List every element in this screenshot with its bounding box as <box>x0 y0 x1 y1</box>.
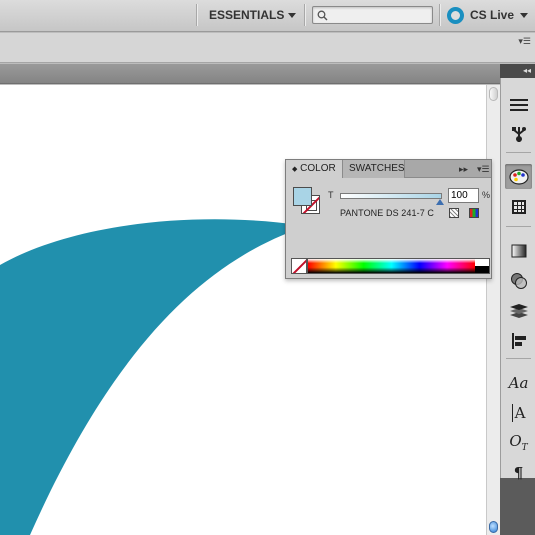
tab-arrow-icon: ◆ <box>292 166 298 173</box>
tint-value-field[interactable] <box>448 188 479 203</box>
color-spectrum[interactable] <box>307 258 490 274</box>
tab-swatches-label: SWATCHES <box>349 163 405 174</box>
dock-tool-column: Aa A OT ¶ <box>500 78 535 482</box>
gradient-panel-icon[interactable] <box>505 238 532 263</box>
opentype-glyph-text: O <box>509 432 522 450</box>
divider <box>439 4 440 26</box>
cs-live-button[interactable]: CS Live <box>447 5 529 25</box>
tint-slider[interactable] <box>340 193 442 199</box>
search-box[interactable] <box>312 6 433 24</box>
chevron-down-icon <box>288 12 297 18</box>
document-canvas[interactable] <box>0 85 486 535</box>
align-panel-icon-glyph <box>509 98 528 111</box>
links-panel-icon[interactable] <box>505 121 532 146</box>
opentype-panel-glyph: OT <box>509 432 528 453</box>
align-objects-icon[interactable] <box>505 328 532 353</box>
cs-live-label: CS Live <box>470 8 515 22</box>
expand-panel-icon[interactable]: ▸▸ <box>459 163 468 175</box>
transparency-panel-icon[interactable] <box>505 268 532 293</box>
paragraph-panel-icon[interactable]: ¶ <box>505 460 532 485</box>
cs-live-icon <box>447 6 464 24</box>
ink-type-icon[interactable] <box>449 208 459 218</box>
blue-curved-shape[interactable] <box>0 219 310 535</box>
gradient-icon <box>511 244 526 257</box>
character-styles-icon[interactable]: Aa <box>505 370 532 395</box>
character-panel-glyph: A <box>511 403 525 422</box>
panel-menu-icon[interactable]: ▾☰ <box>518 36 531 47</box>
percent-label: % <box>482 190 491 200</box>
align-left-icon <box>511 332 526 349</box>
control-bar: ▾☰ <box>0 33 535 63</box>
vertical-scrollbar[interactable] <box>486 85 500 535</box>
character-styles-glyph: Aa <box>508 373 529 392</box>
divider <box>506 358 531 359</box>
color-panel-icon[interactable] <box>505 164 532 189</box>
divider <box>506 226 531 227</box>
application-bar: ESSENTIALS CS Live <box>0 0 535 32</box>
search-input[interactable] <box>331 8 429 22</box>
layers-panel-icon[interactable] <box>505 298 532 323</box>
tint-slider-handle[interactable] <box>436 199 444 205</box>
chevron-down-icon <box>520 12 529 18</box>
document-tab-strip <box>0 64 500 84</box>
align-panel-icon[interactable] <box>505 92 532 117</box>
swatch-name: PANTONE DS 241-7 C <box>340 208 434 218</box>
tab-color[interactable]: ◆ COLOR <box>286 160 343 178</box>
layers-icon <box>509 303 528 318</box>
tab-swatches[interactable]: SWATCHES <box>343 160 405 178</box>
character-panel-icon[interactable]: A <box>505 400 532 425</box>
divider <box>506 152 531 153</box>
canvas-artwork <box>0 219 310 535</box>
panel-menu-icon[interactable]: ▾☰ <box>477 163 490 175</box>
color-panel: ◆ COLOR SWATCHES ▸▸ ▾☰ T % PANTONE DS 24… <box>285 159 492 279</box>
shade-overlay <box>308 259 475 273</box>
color-mode-icon[interactable] <box>469 208 479 218</box>
scrollbar-thumb[interactable] <box>489 521 498 533</box>
fill-swatch[interactable] <box>293 187 312 206</box>
collapse-dock-icon[interactable]: ◂◂ <box>500 64 535 78</box>
paragraph-panel-glyph: ¶ <box>513 463 524 482</box>
tint-label: T <box>328 190 334 200</box>
panel-tab-bar: ◆ COLOR SWATCHES ▸▸ ▾☰ <box>286 160 491 178</box>
panel-dock: ◂◂ Aa A OT ¶ <box>500 64 535 535</box>
palette-icon <box>508 168 529 185</box>
black-white-swatch[interactable] <box>475 259 489 273</box>
grid-icon <box>511 199 526 214</box>
workspace-label: ESSENTIALS <box>209 8 285 22</box>
divider <box>304 4 305 26</box>
divider <box>196 4 197 26</box>
swatches-panel-icon[interactable] <box>505 194 532 219</box>
none-swatch[interactable] <box>291 258 307 274</box>
search-icon <box>317 10 328 21</box>
transparency-icon <box>510 272 527 289</box>
workspace-switcher[interactable]: ESSENTIALS <box>203 5 302 25</box>
scroll-cap <box>489 87 498 101</box>
opentype-panel-icon[interactable]: OT <box>505 430 532 455</box>
tab-color-label: COLOR <box>300 163 336 174</box>
links-panel-icon-glyph <box>511 126 526 142</box>
